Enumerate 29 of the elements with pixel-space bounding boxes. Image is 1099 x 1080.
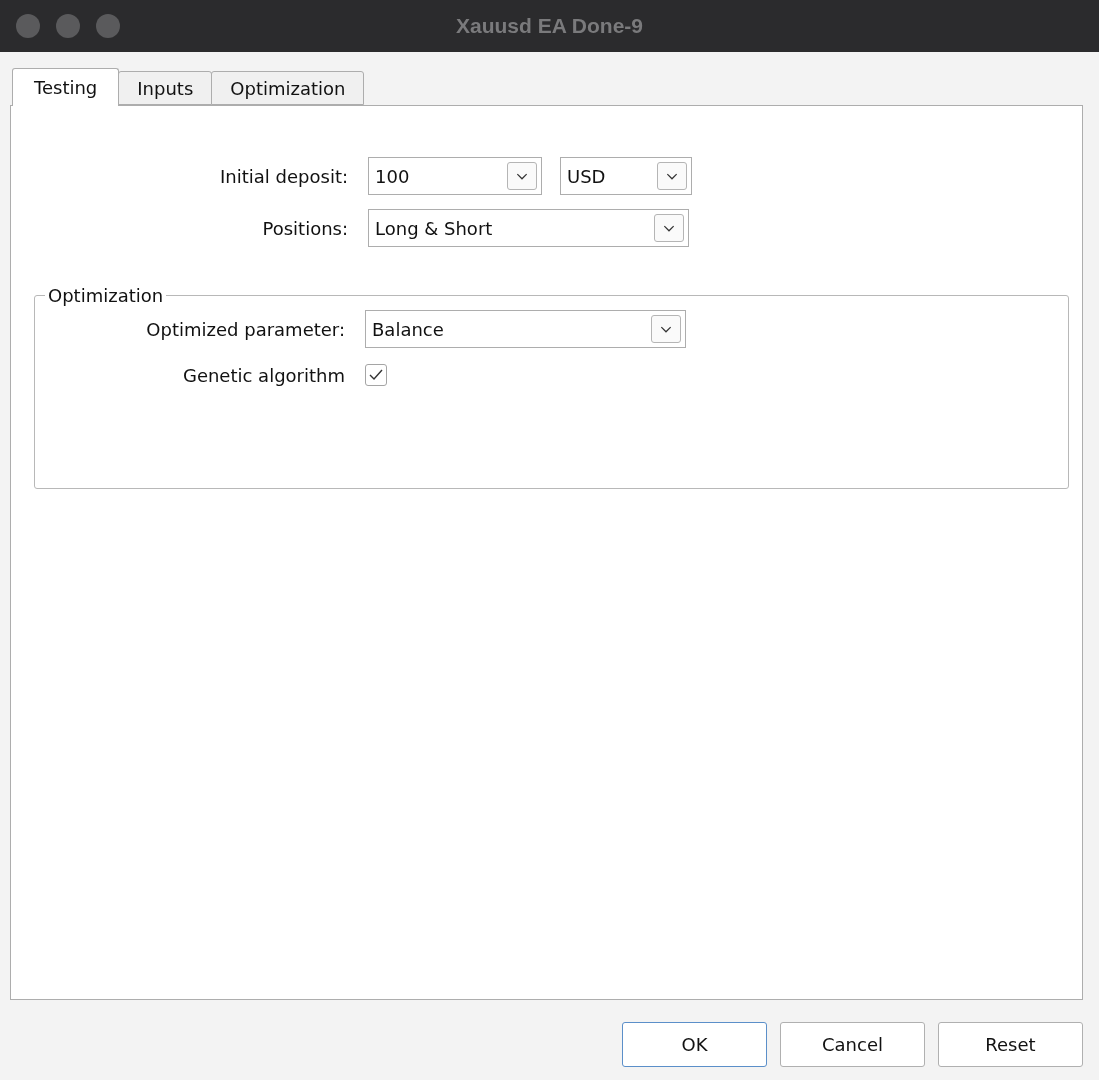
tab[interactable]: Inputs xyxy=(118,71,213,105)
field-label: Optimized parameter: xyxy=(145,318,345,340)
field-label: Genetic algorithm xyxy=(181,364,345,386)
tab[interactable]: Testing xyxy=(12,68,120,106)
check-icon xyxy=(368,367,384,383)
chevron-down-icon[interactable] xyxy=(507,162,537,190)
field-label: Positions: xyxy=(261,217,348,239)
dropdown-value: USD xyxy=(567,165,606,187)
dropdown[interactable]: Balance xyxy=(365,310,686,348)
dialog-button[interactable]: OK xyxy=(622,1022,767,1067)
checkbox[interactable] xyxy=(365,364,387,386)
tab[interactable]: Optimization xyxy=(211,71,365,105)
dropdown-value: Long & Short xyxy=(375,217,493,239)
dialog-button[interactable]: Reset xyxy=(938,1022,1083,1067)
chevron-down-icon[interactable] xyxy=(657,162,687,190)
dropdown[interactable]: Long & Short xyxy=(368,209,689,247)
chevron-down-icon[interactable] xyxy=(654,214,684,242)
dropdown[interactable]: USD xyxy=(560,157,692,195)
group-title: Optimization xyxy=(47,285,165,306)
chevron-down-icon[interactable] xyxy=(651,315,681,343)
field-label: Initial deposit: xyxy=(219,165,348,187)
dropdown-value: 100 xyxy=(375,165,410,187)
window-title: Xauusd EA Done-9 xyxy=(455,14,644,37)
window-control-icon[interactable] xyxy=(56,14,80,38)
window-control-icon[interactable] xyxy=(16,14,40,38)
window-control-icon[interactable] xyxy=(96,14,120,38)
dropdown[interactable]: 100 xyxy=(368,157,542,195)
dropdown-value: Balance xyxy=(372,318,444,340)
dialog-button[interactable]: Cancel xyxy=(780,1022,925,1067)
